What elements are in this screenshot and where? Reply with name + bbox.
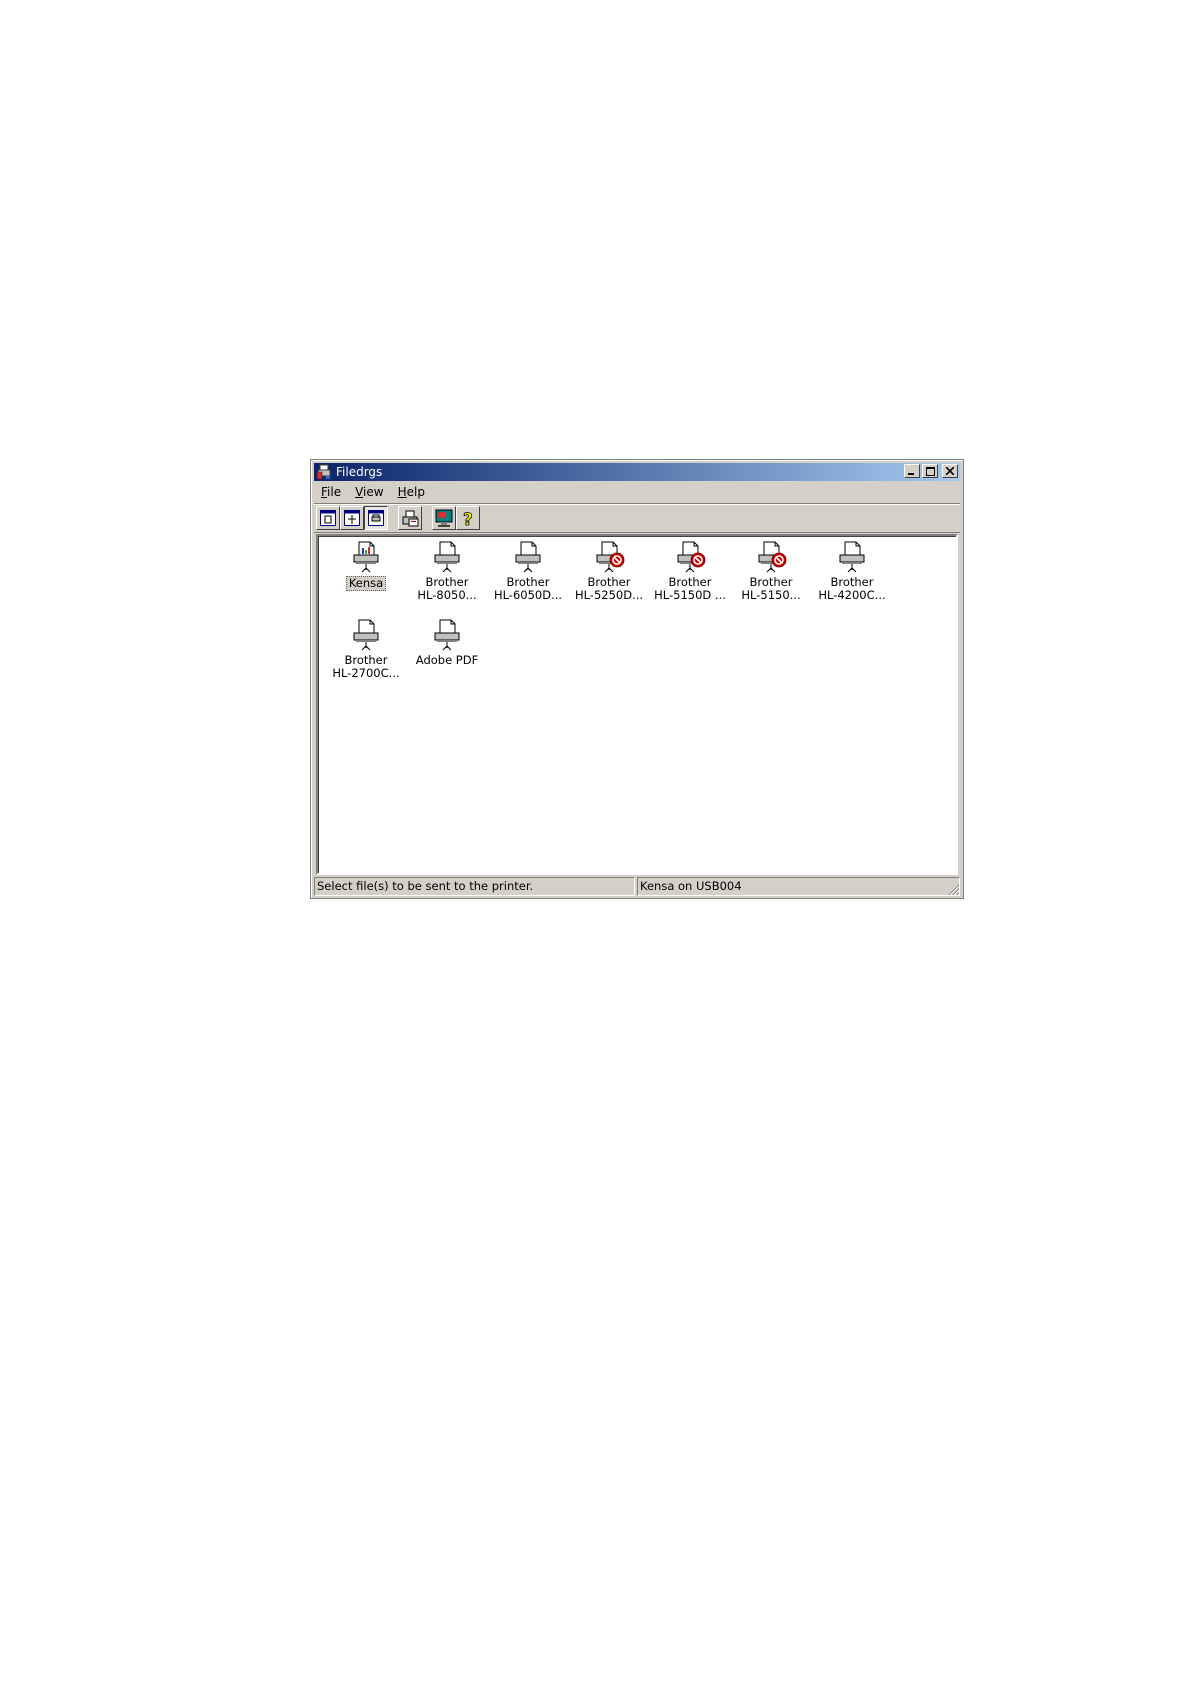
printer-label: Brother HL-5250D... [569, 576, 649, 602]
printer-offline-icon [758, 541, 787, 573]
printer-item[interactable]: Kensa [326, 540, 406, 591]
printer-name-line2: HL-2700C... [332, 666, 400, 680]
printer-item[interactable]: Brother HL-2700C... [326, 618, 406, 680]
printer-name-line1: Brother [749, 575, 793, 589]
printer-item[interactable]: Brother HL-8050... [407, 540, 487, 602]
printer-name-line1: Brother [668, 575, 712, 589]
printer-offline-icon [677, 541, 706, 573]
large-icons-view-button[interactable] [316, 506, 340, 530]
menu-view[interactable]: View [348, 485, 390, 499]
display-button[interactable] [432, 506, 456, 530]
small-icons-view-button[interactable] [340, 506, 364, 530]
printer-name-line2: HL-4200C... [818, 588, 886, 602]
close-button[interactable] [942, 464, 958, 478]
printer-offline-icon [596, 541, 625, 573]
toolbar: ? [314, 503, 960, 533]
menu-bar: File View Help [314, 482, 960, 501]
printer-name-line2: HL-5150D ... [654, 588, 726, 602]
printer-label: Adobe PDF [407, 654, 487, 667]
default-printer-icon [353, 541, 379, 573]
minimize-button[interactable] [904, 464, 920, 478]
printer-item[interactable]: Brother HL-5250D... [569, 540, 649, 602]
printer-label: Kensa [345, 576, 387, 591]
help-icon: ? [463, 510, 474, 528]
large-icons-view-icon [320, 510, 336, 526]
printer-label: Brother HL-4200C... [812, 576, 892, 602]
printer-label: Brother HL-5150D ... [650, 576, 730, 602]
printer-icon [434, 619, 460, 651]
printer-icon [515, 541, 541, 573]
close-icon [946, 467, 954, 475]
title-bar[interactable]: Filedrgs [314, 463, 960, 481]
printer-label: Brother HL-2700C... [326, 654, 406, 680]
printer-icon [434, 541, 460, 573]
menu-help[interactable]: Help [391, 485, 432, 499]
printer-name-line2: HL-8050... [417, 588, 477, 602]
status-bar: Select file(s) to be sent to the printer… [314, 877, 960, 896]
printer-item[interactable]: Brother HL-5150... [731, 540, 811, 602]
filedrgs-window: Filedrgs File View Help ? Kensa Brother … [310, 459, 964, 899]
window-title: Filedrgs [336, 465, 383, 479]
printer-name-line1: Adobe PDF [415, 653, 479, 667]
printer-name-line1: Kensa [348, 576, 384, 590]
list-view-icon [368, 510, 384, 526]
printer-name-line1: Brother [425, 575, 469, 589]
app-icon [316, 464, 331, 480]
help-button[interactable]: ? [456, 506, 480, 530]
printer-properties-button[interactable] [398, 506, 422, 530]
printer-properties-icon [402, 510, 419, 527]
printer-item[interactable]: Brother HL-5150D ... [650, 540, 730, 602]
printer-name-line1: Brother [506, 575, 550, 589]
printer-item[interactable]: Brother HL-6050D... [488, 540, 568, 602]
small-icons-view-icon [344, 510, 360, 526]
printer-list-pane[interactable]: Kensa Brother HL-8050... Brother HL-6050D...… [316, 534, 958, 875]
status-hint: Select file(s) to be sent to the printer… [314, 877, 635, 896]
maximize-icon [925, 466, 935, 476]
printer-label: Brother HL-8050... [407, 576, 487, 602]
printer-name-line2: HL-5250D... [574, 588, 644, 602]
display-icon [435, 509, 453, 527]
printer-label: Brother HL-6050D... [488, 576, 568, 602]
printer-label: Brother HL-5150... [731, 576, 811, 602]
list-view-button[interactable] [364, 506, 388, 530]
printer-name-line2: HL-6050D... [493, 588, 563, 602]
printer-name-line1: Brother [344, 653, 388, 667]
svg-text:?: ? [463, 510, 473, 528]
printer-name-line2: HL-5150... [741, 588, 801, 602]
maximize-button[interactable] [922, 464, 938, 478]
printer-item[interactable]: Brother HL-4200C... [812, 540, 892, 602]
printer-item[interactable]: Adobe PDF [407, 618, 487, 667]
menu-file[interactable]: File [314, 485, 348, 499]
resize-grip-icon[interactable] [946, 882, 960, 896]
status-printer: Kensa on USB004 [637, 877, 960, 896]
printer-icon [353, 619, 379, 651]
printer-icon [839, 541, 865, 573]
minimize-icon [908, 473, 914, 475]
printer-name-line1: Brother [587, 575, 631, 589]
printer-name-line1: Brother [830, 575, 874, 589]
